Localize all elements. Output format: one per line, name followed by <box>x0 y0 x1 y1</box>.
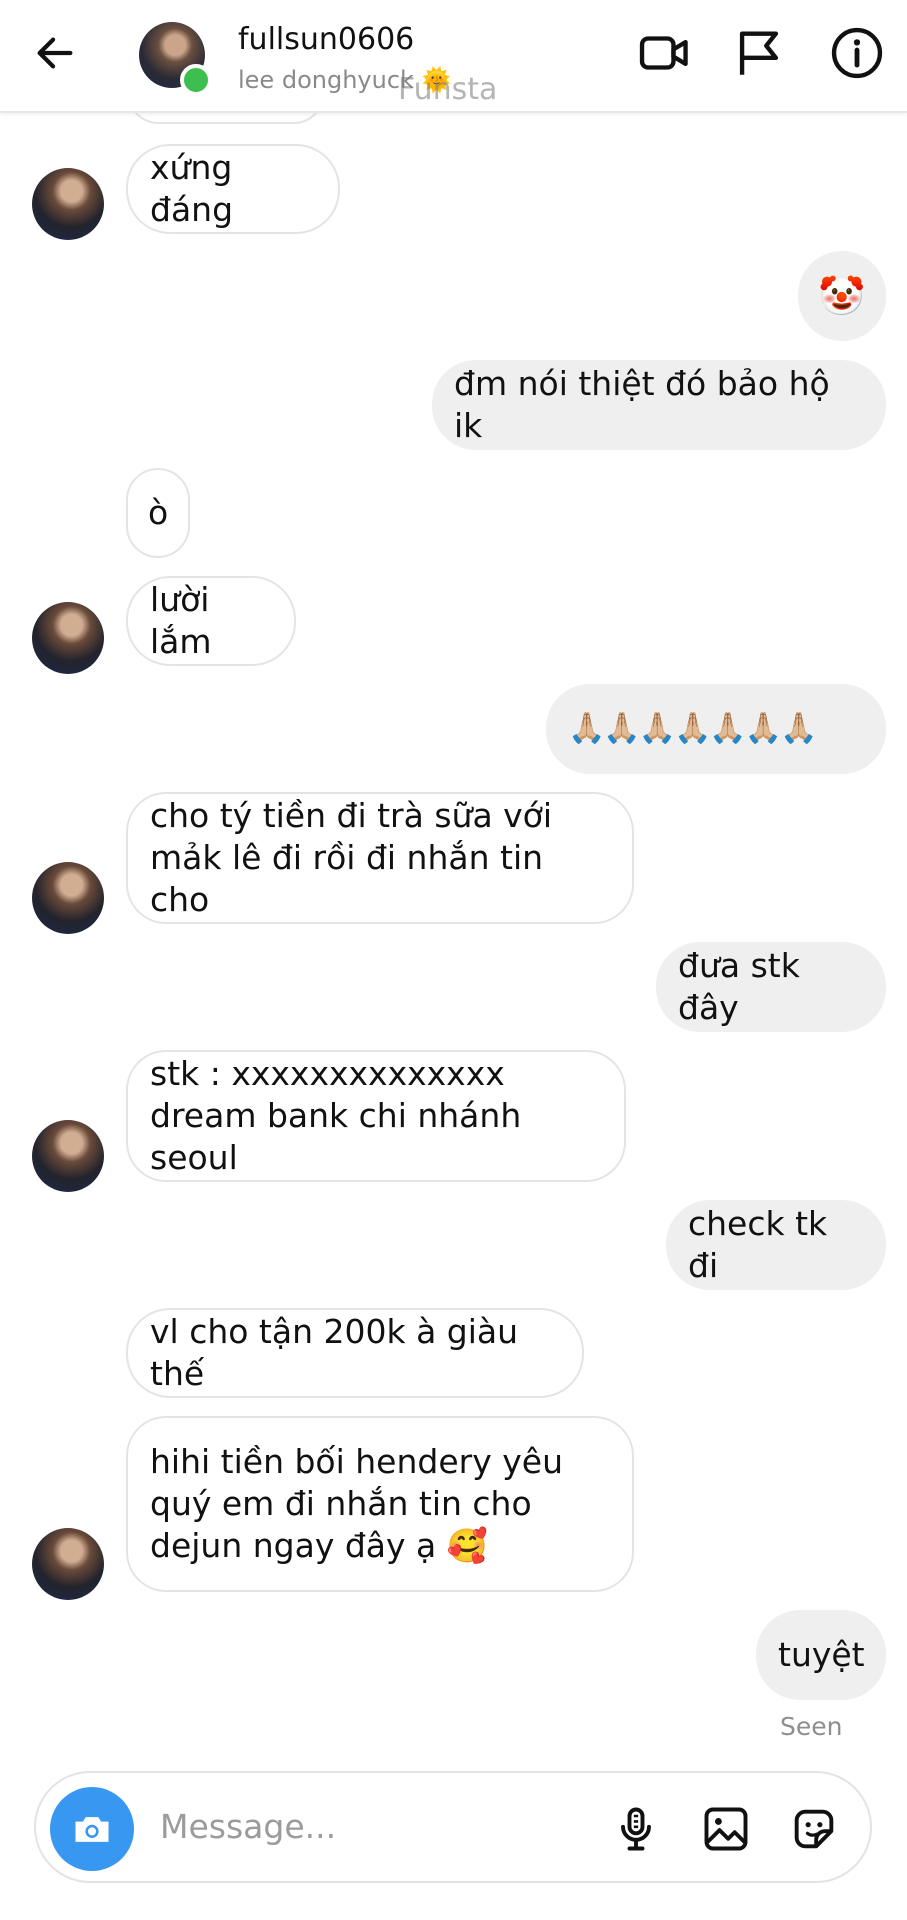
sender-avatar[interactable] <box>32 168 104 240</box>
camera-button[interactable] <box>50 1787 134 1871</box>
camera-icon <box>75 1817 109 1842</box>
message-input[interactable]: Message... <box>160 1807 336 1846</box>
message-bubble-outgoing[interactable]: đưa stk đây <box>656 942 886 1032</box>
message-bubble-incoming[interactable]: xứng đáng <box>126 144 340 234</box>
message-bubble-outgoing[interactable]: tuyệt <box>756 1610 886 1700</box>
message-bubble-incoming[interactable]: vl cho tận 200k à giàu thế <box>126 1308 584 1398</box>
message-bubble-outgoing[interactable]: 🙏🏼🙏🏼🙏🏼🙏🏼🙏🏼🙏🏼🙏🏼 <box>546 684 886 774</box>
message-bubble-outgoing[interactable]: 🤡 <box>798 251 886 341</box>
message-composer: Message... <box>34 1771 872 1883</box>
back-arrow-icon[interactable] <box>32 30 78 76</box>
microphone-icon[interactable] <box>610 1803 662 1855</box>
gallery-icon[interactable] <box>700 1803 752 1855</box>
message-bubble-outgoing[interactable]: check tk đi <box>666 1200 886 1290</box>
sender-avatar[interactable] <box>32 862 104 934</box>
video-call-icon[interactable] <box>636 24 694 82</box>
info-icon[interactable] <box>828 24 886 82</box>
sender-avatar[interactable] <box>32 602 104 674</box>
seen-receipt: Seen <box>780 1712 843 1741</box>
flag-icon[interactable] <box>730 24 788 82</box>
sticker-icon[interactable] <box>788 1803 840 1855</box>
message-bubble-incoming[interactable]: stk : xxxxxxxxxxxxxx dream bank chi nhán… <box>126 1050 626 1182</box>
chat-header: fullsun0606 lee donghyuck 🌞 Funsta <box>0 0 907 113</box>
chat-username[interactable]: fullsun0606 <box>238 22 414 57</box>
watermark: Funsta <box>398 72 498 107</box>
message-bubble-outgoing[interactable]: đm nói thiệt đó bảo hộ ik <box>432 360 886 450</box>
sender-avatar[interactable] <box>32 1120 104 1192</box>
message-bubble-incoming[interactable]: ò <box>126 468 190 558</box>
message-bubble-incoming[interactable]: cho tý tiền đi trà sữa với mảk lê đi rồi… <box>126 792 634 924</box>
sender-avatar[interactable] <box>32 1528 104 1600</box>
message-bubble-incoming[interactable]: hihi tiền bối hendery yêu quý em đi nhắn… <box>126 1416 634 1592</box>
message-bubble-incoming[interactable]: lười lắm <box>126 576 296 666</box>
online-status-dot <box>180 64 212 96</box>
